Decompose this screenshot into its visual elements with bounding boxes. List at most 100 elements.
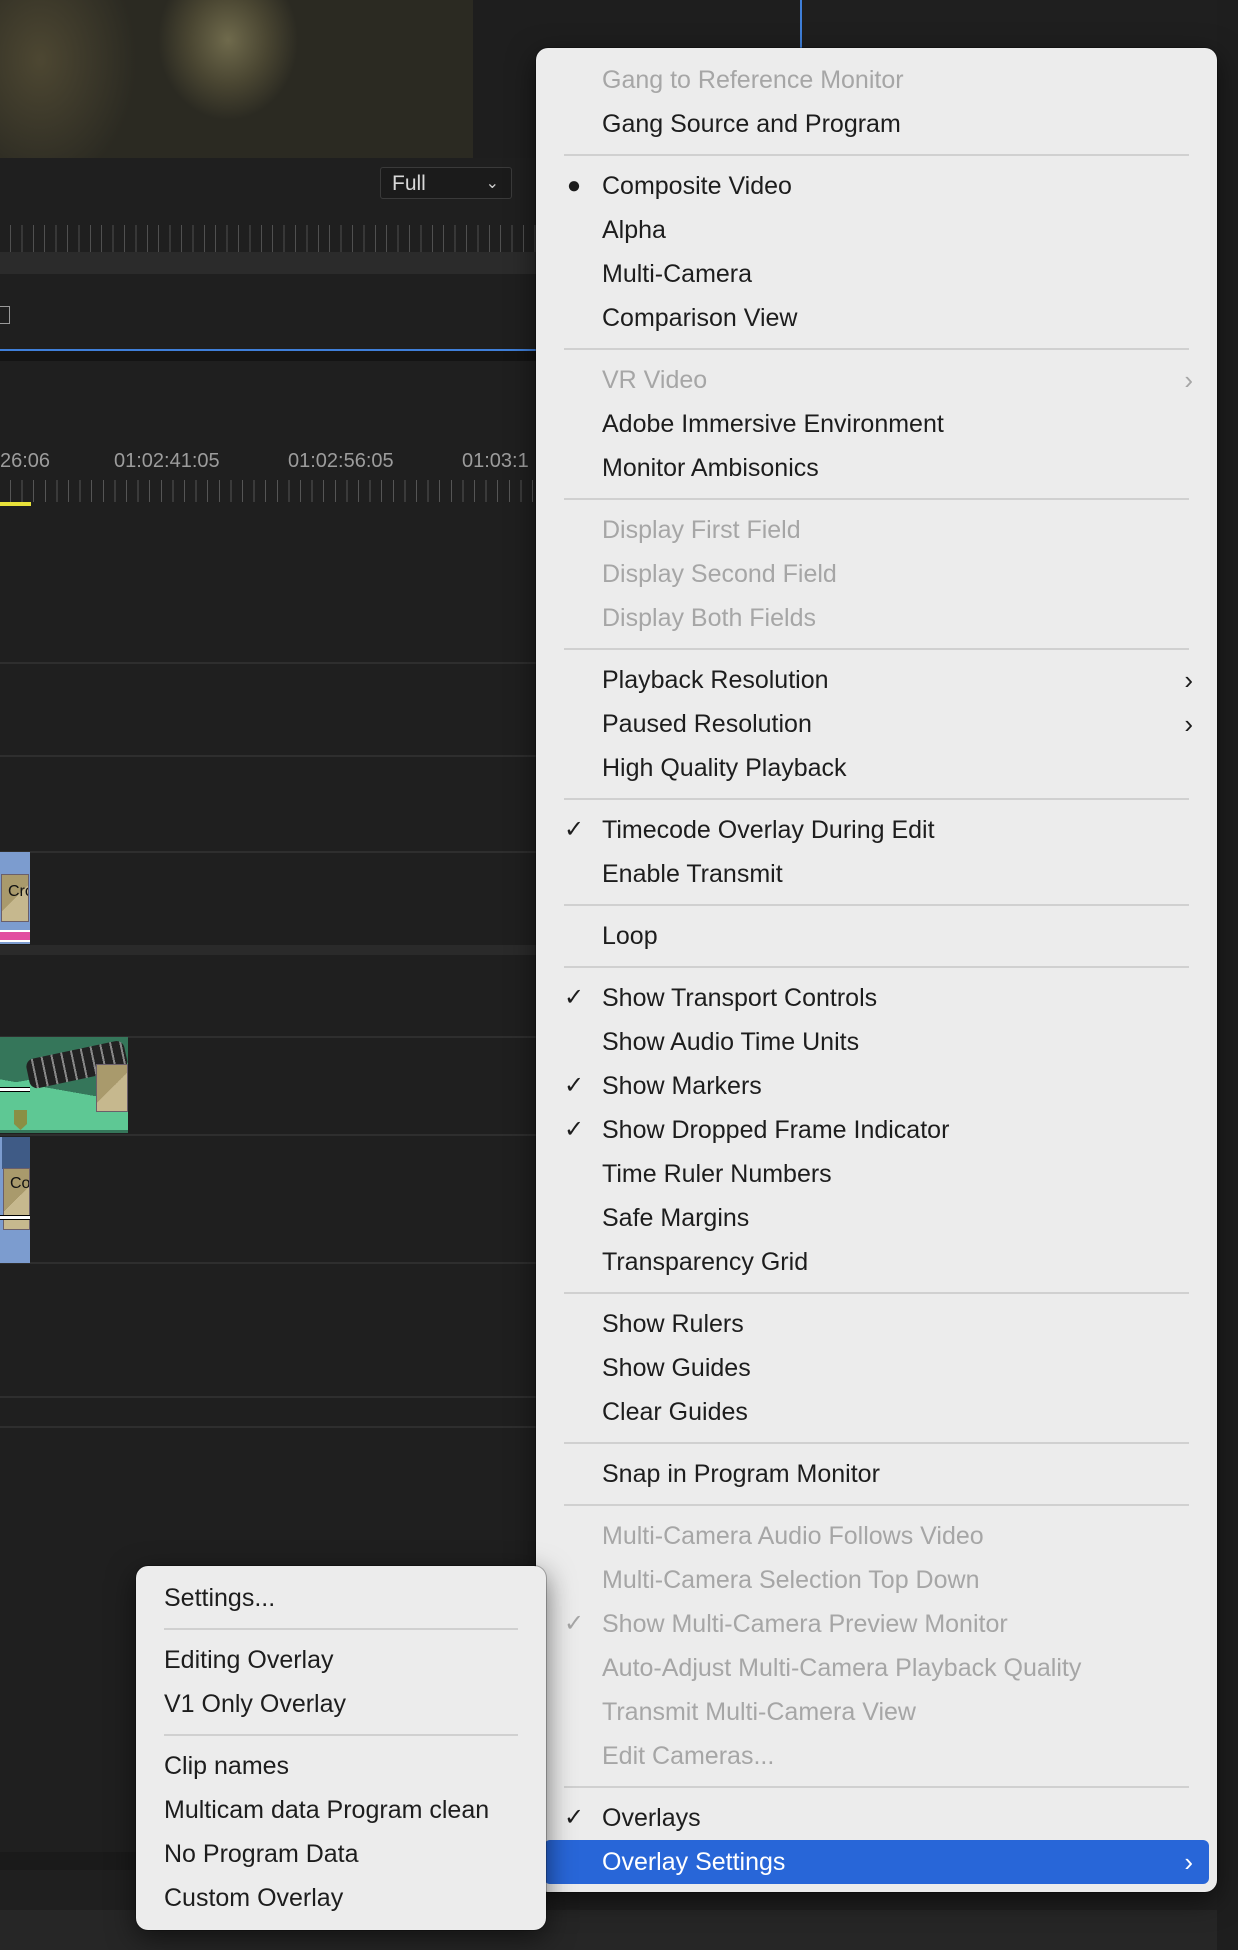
track-divider [0,851,540,853]
menu-item-transmit-multi-camera-view: Transmit Multi-Camera View [536,1690,1217,1734]
timeline-timecode-label: 01:03:1 [462,450,529,472]
track-group-divider[interactable] [0,945,540,955]
menu-item-label: Multi-Camera [602,260,753,288]
menu-item-multi-camera[interactable]: Multi-Camera [536,252,1217,296]
menu-item-display-first-field: Display First Field [536,508,1217,552]
checkmark-icon: ✓ [563,984,585,1011]
menu-item-label: Display Second Field [602,560,837,588]
menu-item-label: No Program Data [164,1840,359,1868]
timeline-timecode-label: 01:02:41:05 [114,450,220,472]
checkmark-icon: ✓ [563,1610,585,1637]
menu-item-label: Gang Source and Program [602,110,901,138]
menu-separator [564,1292,1189,1294]
menu-item-playback-resolution[interactable]: Playback Resolution › [536,658,1217,702]
monitor-time-ruler[interactable] [0,225,540,253]
menu-item-v1-only-overlay[interactable]: V1 Only Overlay [136,1682,546,1726]
menu-item-label: Show Multi-Camera Preview Monitor [602,1610,1008,1638]
opacity-rubber-band[interactable] [0,1215,30,1220]
menu-item-composite-video[interactable]: ● Composite Video [536,164,1217,208]
work-area-bar[interactable] [0,502,31,506]
menu-item-label: Alpha [602,216,666,244]
menu-item-label: Gang to Reference Monitor [602,66,904,94]
menu-item-safe-margins[interactable]: Safe Margins [536,1196,1217,1240]
menu-item-edit-cameras: Edit Cameras... [536,1734,1217,1778]
playback-resolution-value: Full [392,172,426,195]
clip-effect-badge: Cro [1,874,29,922]
menu-item-overlay-settings[interactable]: Overlay Settings › [544,1840,1209,1884]
menu-item-loop[interactable]: Loop [536,914,1217,958]
menu-item-transparency-grid[interactable]: Transparency Grid [536,1240,1217,1284]
menu-item-multi-camera-audio-follows-video: Multi-Camera Audio Follows Video [536,1514,1217,1558]
menu-item-editing-overlay[interactable]: Editing Overlay [136,1638,546,1682]
menu-separator [164,1628,518,1630]
menu-item-show-guides[interactable]: Show Guides [536,1346,1217,1390]
menu-item-label: Show Audio Time Units [602,1028,860,1056]
menu-item-label: Show Markers [602,1072,762,1100]
menu-item-time-ruler-numbers[interactable]: Time Ruler Numbers [536,1152,1217,1196]
clip-name: Co [10,1175,30,1192]
menu-item-alpha[interactable]: Alpha [536,208,1217,252]
chevron-right-icon: › [1184,665,1193,695]
volume-rubber-band[interactable] [0,1087,30,1092]
menu-item-label: Loop [602,922,658,950]
checkmark-icon: ✓ [563,1072,585,1099]
menu-separator [564,904,1189,906]
menu-item-label: Display First Field [602,516,801,544]
menu-separator [564,648,1189,650]
menu-item-monitor-ambisonics[interactable]: Monitor Ambisonics [536,446,1217,490]
menu-item-label: Enable Transmit [602,860,783,888]
track-divider [0,1396,540,1398]
menu-item-multicam-data-program-clean[interactable]: Multicam data Program clean [136,1788,546,1832]
checkmark-icon: ✓ [563,816,585,843]
track-divider [0,1426,540,1428]
menu-item-show-markers[interactable]: ✓ Show Markers [536,1064,1217,1108]
clip-name: Cro [8,883,28,900]
track-divider [0,1262,540,1264]
menu-item-comparison-view[interactable]: Comparison View [536,296,1217,340]
checkmark-icon: ✓ [563,1116,585,1143]
menu-item-label: Show Transport Controls [602,984,878,1012]
timeline-timecode-label: 01:02:56:05 [288,450,394,472]
film-strip-icon [0,306,10,324]
program-monitor-settings-menu: Gang to Reference Monitor Gang Source and… [536,48,1217,1892]
menu-item-label: Transmit Multi-Camera View [602,1698,916,1726]
menu-item-custom-overlay[interactable]: Custom Overlay [136,1876,546,1920]
menu-item-label: Overlay Settings [602,1848,786,1876]
menu-item-show-rulers[interactable]: Show Rulers [536,1302,1217,1346]
menu-item-label: Edit Cameras... [602,1742,775,1770]
menu-item-show-transport-controls[interactable]: ✓ Show Transport Controls [536,976,1217,1020]
menu-item-label: Composite Video [602,172,792,200]
menu-item-gang-source-and-program[interactable]: Gang Source and Program [536,102,1217,146]
menu-item-adobe-immersive-environment[interactable]: Adobe Immersive Environment [536,402,1217,446]
menu-separator [564,1442,1189,1444]
menu-item-paused-resolution[interactable]: Paused Resolution › [536,702,1217,746]
menu-item-snap-in-program-monitor[interactable]: Snap in Program Monitor [536,1452,1217,1496]
radio-bullet-icon: ● [566,172,582,199]
menu-item-label: Transparency Grid [602,1248,809,1276]
menu-item-label: Snap in Program Monitor [602,1460,880,1488]
chevron-right-icon: › [1184,1847,1193,1877]
clip-effect-badge: Co [3,1168,30,1230]
menu-item-timecode-overlay-during-edit[interactable]: ✓ Timecode Overlay During Edit [536,808,1217,852]
chevron-down-icon: ⌄ [485,175,499,192]
monitor-scrub-bar[interactable] [0,252,540,274]
menu-item-clip-names[interactable]: Clip names [136,1744,546,1788]
menu-item-label: Clip names [164,1752,290,1780]
track-divider [0,755,540,757]
playback-resolution-select[interactable]: Full ⌄ [380,167,512,199]
menu-item-overlays[interactable]: ✓ Overlays [536,1796,1217,1840]
menu-item-enable-transmit[interactable]: Enable Transmit [536,852,1217,896]
menu-item-clear-guides[interactable]: Clear Guides [536,1390,1217,1434]
menu-item-show-dropped-frame-indicator[interactable]: ✓ Show Dropped Frame Indicator [536,1108,1217,1152]
menu-item-settings[interactable]: Settings... [136,1576,546,1620]
track-divider [0,1134,540,1136]
adjacent-panel [1217,0,1238,1950]
timeline-time-ruler[interactable] [0,480,540,502]
menu-item-no-program-data[interactable]: No Program Data [136,1832,546,1876]
menu-item-high-quality-playback[interactable]: High Quality Playback [536,746,1217,790]
menu-separator [564,348,1189,350]
menu-item-label: Show Dropped Frame Indicator [602,1116,950,1144]
menu-item-label: Safe Margins [602,1204,750,1232]
menu-item-show-audio-time-units[interactable]: Show Audio Time Units [536,1020,1217,1064]
program-monitor-video-frame [0,0,473,158]
